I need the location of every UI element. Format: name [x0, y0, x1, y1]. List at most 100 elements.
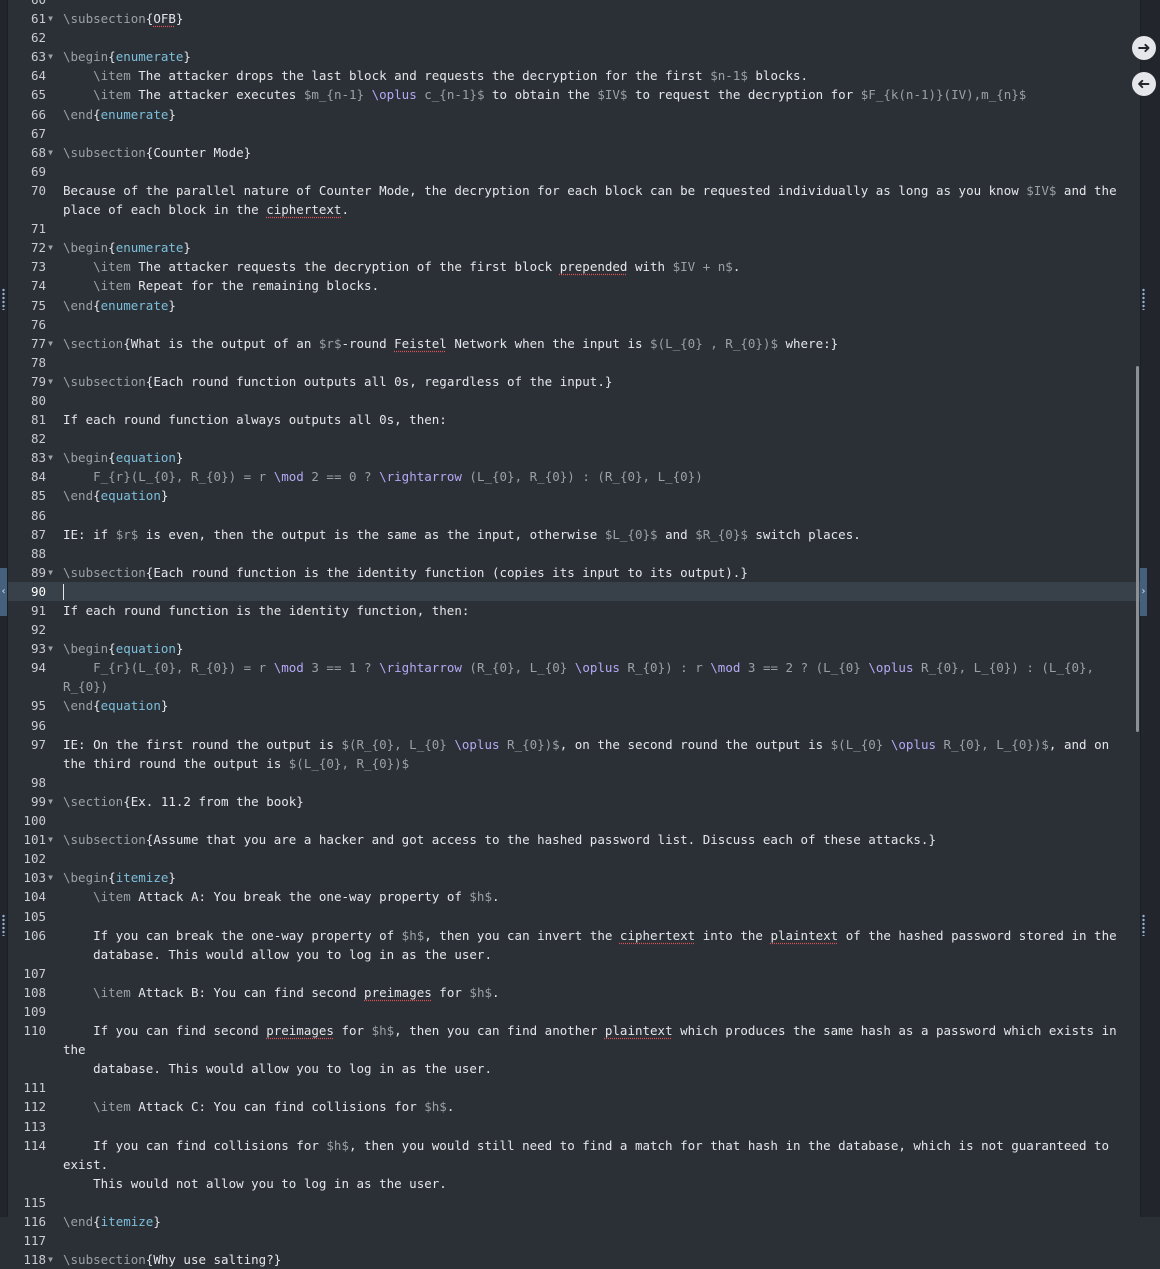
line-text[interactable]: ​ — [58, 315, 1135, 334]
code-line[interactable]: 88 ​ — [0, 544, 1160, 563]
line-text[interactable]: ​ — [58, 544, 1135, 563]
code-line[interactable]: 90 — [0, 581, 1160, 601]
line-text[interactable]: \section{Ex. 11.2 from the book} — [58, 792, 1135, 811]
line-text[interactable]: \subsection{Counter Mode} — [58, 143, 1135, 162]
code-line[interactable]: 84 F_{r}(L_{0}, R_{0}) = r \mod 2 == 0 ?… — [0, 467, 1160, 486]
code-line[interactable]: 70 Because of the parallel nature of Coun… — [0, 181, 1160, 219]
line-text[interactable]: If you can find collisions for $h$, then… — [58, 1136, 1135, 1193]
line-text[interactable]: ​ — [58, 716, 1135, 735]
line-text[interactable]: ​ — [58, 773, 1135, 792]
code-editor[interactable]: 60​61▼\subsection{OFB}62​63▼\begin{enume… — [0, 0, 1160, 1269]
code-line[interactable]: 108 \item Attack B: You can find second … — [0, 983, 1160, 1002]
fold-arrow-icon[interactable]: ▼ — [48, 563, 53, 582]
code-line[interactable]: 86 ​ — [0, 506, 1160, 525]
code-line[interactable]: 64 \item The attacker drops the last blo… — [0, 66, 1160, 85]
line-text[interactable]: \subsection{OFB} — [58, 9, 1135, 28]
code-line[interactable]: 83 ▼ \begin{equation} — [0, 448, 1160, 467]
go-to-code-location-button[interactable]: ➜ — [1132, 72, 1156, 96]
code-line[interactable]: 71 ​ — [0, 219, 1160, 238]
line-text[interactable]: \subsection{Each round function is the i… — [58, 563, 1135, 582]
code-line[interactable]: 113 ​ — [0, 1117, 1160, 1136]
code-line[interactable]: 79 ▼ \subsection{Each round function outpu… — [0, 372, 1160, 391]
code-line[interactable]: 98 ​ — [0, 773, 1160, 792]
fold-arrow-icon[interactable]: ▼ — [48, 143, 53, 162]
code-line[interactable]: 103 ▼ \begin{itemize} — [0, 868, 1160, 887]
code-line[interactable]: 74 \item Repeat for the remaining blocks… — [0, 276, 1160, 295]
code-line[interactable]: 67 ​ — [0, 124, 1160, 143]
code-line[interactable]: 61 ▼ \subsection{OFB} — [0, 9, 1160, 28]
line-text[interactable]: F_{r}(L_{0}, R_{0}) = r \mod 2 == 0 ? \r… — [58, 467, 1135, 486]
line-text[interactable]: \item Attack A: You break the one-way pr… — [58, 887, 1135, 906]
go-to-pdf-location-button[interactable]: ➜ — [1132, 36, 1156, 60]
code-line[interactable]: 93 ▼ \begin{equation} — [0, 639, 1160, 658]
code-line[interactable]: 115 ​ — [0, 1193, 1160, 1212]
code-line[interactable]: 112 \item Attack C: You can find collisi… — [0, 1097, 1160, 1116]
fold-arrow-icon[interactable]: ▼ — [48, 47, 53, 66]
line-text[interactable]: If each round function is the identity f… — [58, 601, 1135, 620]
line-text[interactable]: \begin{equation} — [58, 448, 1135, 467]
line-text[interactable]: \subsection{Each round function outputs … — [58, 372, 1135, 391]
line-text[interactable]: F_{r}(L_{0}, R_{0}) = r \mod 3 == 1 ? \r… — [58, 658, 1135, 696]
code-line[interactable]: 111 ​ — [0, 1078, 1160, 1097]
line-text[interactable]: ​ — [58, 1193, 1135, 1212]
code-line[interactable]: 62 ​ — [0, 28, 1160, 47]
line-text[interactable]: ​ — [58, 0, 1135, 9]
code-line[interactable]: 101 ▼ \subsection{Assume that you are a ha… — [0, 830, 1160, 849]
code-line[interactable]: 104 \item Attack A: You break the one-wa… — [0, 887, 1160, 906]
code-line[interactable]: 89 ▼ \subsection{Each round function is th… — [0, 563, 1160, 582]
code-line[interactable]: 78 ​ — [0, 353, 1160, 372]
line-text[interactable]: ​ — [58, 1078, 1135, 1097]
line-text[interactable]: If you can find second preimages for $h$… — [58, 1021, 1135, 1078]
code-line[interactable]: 60 ​ — [0, 0, 1160, 9]
code-line[interactable]: 80 ​ — [0, 391, 1160, 410]
line-text[interactable]: \end{enumerate} — [58, 105, 1135, 124]
line-text[interactable]: \item Attack B: You can find second prei… — [58, 983, 1135, 1002]
line-text[interactable]: \subsection{Assume that you are a hacker… — [58, 830, 1135, 849]
code-line[interactable]: 107 ​ — [0, 964, 1160, 983]
code-line[interactable]: 76 ​ — [0, 315, 1160, 334]
code-line[interactable]: 106 If you can break the one-way propert… — [0, 926, 1160, 964]
line-text[interactable]: ​ — [58, 219, 1135, 238]
code-line[interactable]: 109 ​ — [0, 1002, 1160, 1021]
code-line[interactable]: 85 \end{equation} — [0, 486, 1160, 505]
code-line[interactable]: 117 ​ — [0, 1231, 1160, 1250]
code-line[interactable]: 81 If each round function always outputs … — [0, 410, 1160, 429]
line-text[interactable]: \begin{enumerate} — [58, 238, 1135, 257]
fold-arrow-icon[interactable]: ▼ — [48, 334, 53, 353]
code-line[interactable]: 118 ▼ \subsection{Why use salting?} — [0, 1250, 1160, 1269]
line-text[interactable]: ​ — [58, 620, 1135, 639]
line-text[interactable]: ​ — [58, 353, 1135, 372]
line-text[interactable]: ​ — [58, 162, 1135, 181]
code-line[interactable]: 75 \end{enumerate} — [0, 296, 1160, 315]
code-line[interactable]: 87 IE: if $r$ is even, then the output is… — [0, 525, 1160, 544]
collapse-right-pane-handle[interactable]: › — [1140, 568, 1147, 616]
code-line[interactable]: 97 IE: On the first round the output is $… — [0, 735, 1160, 773]
line-text[interactable]: \end{equation} — [58, 486, 1135, 505]
fold-arrow-icon[interactable]: ▼ — [48, 9, 53, 28]
fold-arrow-icon[interactable]: ▼ — [48, 1250, 53, 1269]
code-line[interactable]: 73 \item The attacker requests the decry… — [0, 257, 1160, 276]
code-line[interactable]: 91 If each round function is the identity… — [0, 601, 1160, 620]
line-text[interactable]: Because of the parallel nature of Counte… — [58, 181, 1135, 219]
line-text[interactable]: If each round function always outputs al… — [58, 410, 1135, 429]
fold-arrow-icon[interactable]: ▼ — [48, 792, 53, 811]
code-line[interactable]: 102 ​ — [0, 849, 1160, 868]
line-text[interactable]: \end{itemize} — [58, 1212, 1135, 1231]
code-line[interactable]: 95 \end{equation} — [0, 696, 1160, 715]
code-line[interactable]: 96 ​ — [0, 716, 1160, 735]
editor-scrollbar[interactable] — [1136, 366, 1139, 732]
code-line[interactable]: 116 \end{itemize} — [0, 1212, 1160, 1231]
code-line[interactable]: 77 ▼ \section{What is the output of an $r$… — [0, 334, 1160, 353]
fold-arrow-icon[interactable]: ▼ — [48, 830, 53, 849]
line-text[interactable]: \begin{enumerate} — [58, 47, 1135, 66]
line-text[interactable] — [58, 582, 1135, 601]
code-line[interactable]: 99 ▼ \section{Ex. 11.2 from the book} — [0, 792, 1160, 811]
code-line[interactable]: 92 ​ — [0, 620, 1160, 639]
line-text[interactable]: \begin{itemize} — [58, 868, 1135, 887]
line-text[interactable]: \item Repeat for the remaining blocks. — [58, 276, 1135, 295]
fold-arrow-icon[interactable]: ▼ — [48, 639, 53, 658]
code-line[interactable]: 63 ▼ \begin{enumerate} — [0, 47, 1160, 66]
code-line[interactable]: 82 ​ — [0, 429, 1160, 448]
line-text[interactable]: If you can break the one-way property of… — [58, 926, 1135, 964]
line-text[interactable]: \end{enumerate} — [58, 296, 1135, 315]
